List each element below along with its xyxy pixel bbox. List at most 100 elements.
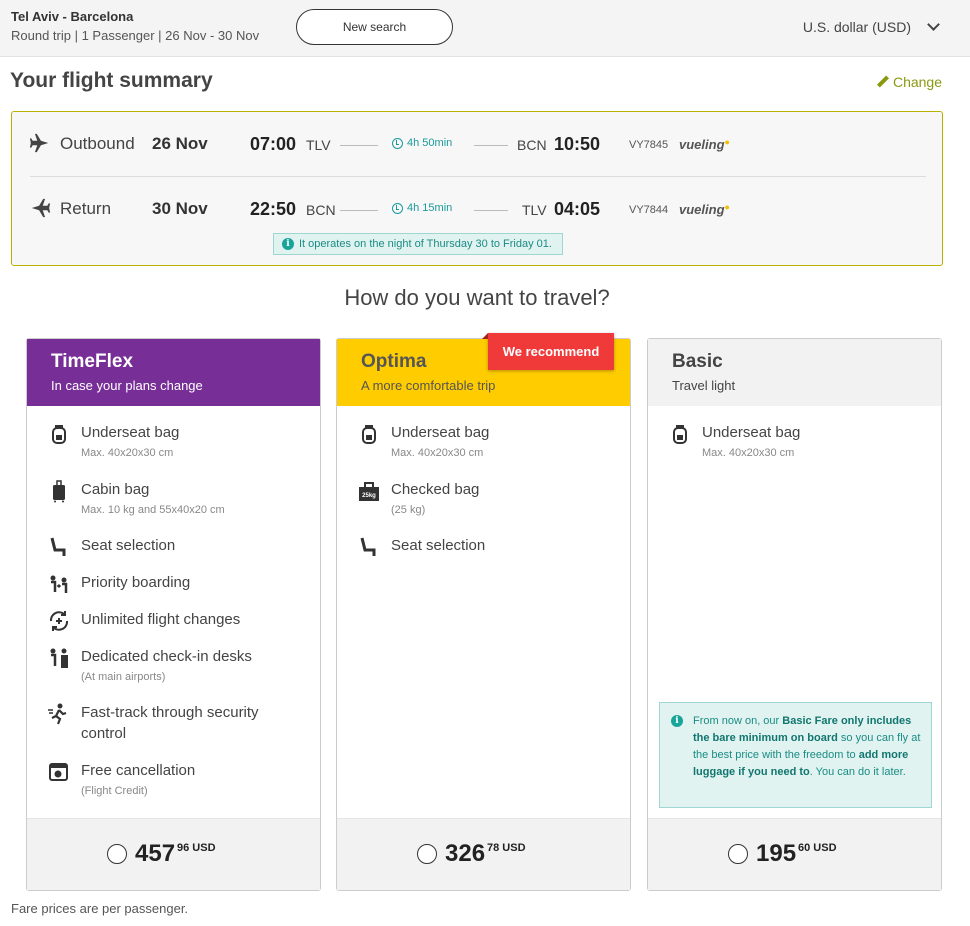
flight-credit-icon — [49, 763, 68, 781]
priority-boarding-icon — [50, 575, 68, 593]
notice-text: From now on, our — [693, 715, 783, 727]
change-link[interactable]: Change — [877, 74, 942, 90]
trip-info: Round trip | 1 Passenger | 26 Nov - 30 N… — [11, 28, 260, 43]
fare-card-basic[interactable]: Basic Travel light Underseat bag Max. 40… — [647, 338, 942, 891]
departure-airport: BCN — [306, 202, 336, 218]
departure-airport: TLV — [306, 137, 331, 153]
price-decimal: 60 — [798, 842, 811, 854]
fare-name: Basic — [672, 351, 723, 372]
fare-radio[interactable] — [417, 844, 437, 864]
fare-header: Basic Travel light — [648, 339, 941, 406]
feature-title: Underseat bag — [702, 424, 801, 441]
fare-tagline: In case your plans change — [51, 378, 203, 393]
feature-title: Checked bag — [391, 481, 480, 498]
notice-text: . You can do it later. — [809, 766, 906, 778]
feature-subtitle: Max. 10 kg and 55x40x20 cm — [81, 504, 225, 516]
divider-line — [474, 210, 508, 211]
svg-text:25kg: 25kg — [362, 493, 376, 499]
fare-price-footer[interactable]: 457 96 USD — [27, 818, 320, 890]
fare-card-timeflex[interactable]: TimeFlex In case your plans change Under… — [26, 338, 321, 891]
fare-name: TimeFlex — [51, 351, 134, 372]
divider-line — [340, 145, 378, 146]
currency-label: U.S. dollar (USD) — [802, 19, 911, 35]
price-integer: 326 — [445, 840, 486, 867]
feature-title: Seat selection — [81, 537, 176, 554]
feature-title: Underseat bag — [81, 424, 180, 441]
feature-subtitle: Max. 40x20x30 cm — [391, 447, 484, 459]
fare-tagline: A more comfortable trip — [361, 378, 496, 393]
fast-track-icon — [48, 703, 67, 725]
feature-title: Unlimited flight changes — [81, 611, 241, 628]
price-currency: USD — [192, 842, 216, 854]
feature-title: Dedicated check-in desks — [81, 648, 252, 665]
night-note-text: It operates on the night of Thursday 30 … — [299, 238, 552, 250]
leg-label: Return — [60, 199, 112, 218]
price-currency: USD — [502, 842, 526, 854]
night-operation-notice: i It operates on the night of Thursday 3… — [273, 233, 563, 255]
fare-price-footer[interactable]: 195 60 USD — [648, 818, 941, 890]
checked-bag-icon: 25kg — [359, 482, 379, 501]
feature-title: Underseat bag — [391, 424, 490, 441]
return-leg: Return 30 Nov 22:50 BCN 4h 15min TLV 04:… — [12, 189, 942, 229]
fare-tagline: Travel light — [672, 378, 736, 393]
checkin-desk-icon — [50, 648, 68, 668]
recommend-badge: We recommend — [482, 333, 614, 370]
route-title: Tel Aviv - Barcelona — [11, 9, 134, 24]
departure-time: 22:50 — [250, 199, 297, 219]
feature-title: Free cancellation — [81, 762, 196, 779]
info-icon: i — [282, 238, 294, 250]
airline-logo-dot: ● — [724, 137, 730, 147]
fare-price[interactable]: 195 60 USD — [728, 841, 837, 867]
fare-price[interactable]: 326 78 USD — [417, 841, 526, 867]
feature-title: Priority boarding — [81, 574, 191, 591]
airline-name: vueling — [679, 202, 725, 217]
fare-radio[interactable] — [107, 844, 127, 864]
price-integer: 195 — [756, 840, 797, 867]
plane-return-icon — [31, 198, 51, 218]
airline-logo: vueling● — [679, 202, 730, 217]
flight-change-icon — [49, 611, 69, 631]
feature-subtitle: Max. 40x20x30 cm — [81, 447, 174, 459]
clock-icon — [392, 137, 403, 149]
flight-number: VY7844 — [629, 204, 669, 216]
arrival-time: 04:05 — [554, 199, 601, 219]
feature-subtitle: (25 kg) — [391, 504, 426, 516]
price-currency: USD — [813, 842, 837, 854]
airline-name: vueling — [679, 137, 725, 152]
pencil-icon — [877, 76, 889, 88]
flight-number: VY7845 — [629, 139, 669, 151]
new-search-button[interactable]: New search — [296, 9, 453, 45]
feature-subtitle: Max. 40x20x30 cm — [702, 447, 795, 459]
feature-title: Cabin bag — [81, 481, 150, 498]
divider-line — [474, 145, 508, 146]
feature-title: Fast-track through security control — [81, 704, 259, 742]
flight-duration: 4h 15min — [392, 202, 452, 214]
departure-time: 07:00 — [250, 134, 297, 154]
fare-price-footer[interactable]: 326 78 USD — [337, 818, 630, 890]
currency-selector[interactable]: U.S. dollar (USD) — [802, 18, 940, 35]
price-decimal: 78 — [487, 842, 500, 854]
flight-summary-box: Outbound 26 Nov 07:00 TLV 4h 50min BCN 1… — [11, 111, 943, 266]
fare-price[interactable]: 457 96 USD — [107, 841, 216, 867]
price-decimal: 96 — [177, 842, 190, 854]
price-integer: 457 — [135, 840, 176, 867]
change-label: Change — [892, 74, 942, 90]
airline-logo-dot: ● — [724, 202, 730, 212]
info-icon: i — [671, 715, 683, 727]
fare-footnote: Fare prices are per passenger. — [11, 901, 189, 916]
fare-header: TimeFlex In case your plans change — [27, 339, 320, 406]
leg-date: 30 Nov — [152, 199, 208, 218]
search-header-bar: Tel Aviv - Barcelona Round trip | 1 Pass… — [0, 0, 970, 57]
fare-question: How do you want to travel? — [344, 285, 610, 310]
feature-subtitle: (At main airports) — [81, 671, 166, 683]
leg-label: Outbound — [60, 134, 135, 153]
fare-radio[interactable] — [728, 844, 748, 864]
fare-card-optima[interactable]: Optima A more comfortable trip We recomm… — [336, 333, 631, 891]
seat-icon — [360, 537, 376, 556]
arrival-airport: TLV — [522, 202, 547, 218]
basic-fare-notice: i From now on, our Basic Fare only inclu… — [659, 702, 932, 808]
arrival-airport: BCN — [517, 137, 547, 153]
feature-subtitle: (Flight Credit) — [81, 785, 148, 797]
duration-text: 4h 15min — [407, 202, 453, 214]
seat-icon — [50, 537, 66, 556]
